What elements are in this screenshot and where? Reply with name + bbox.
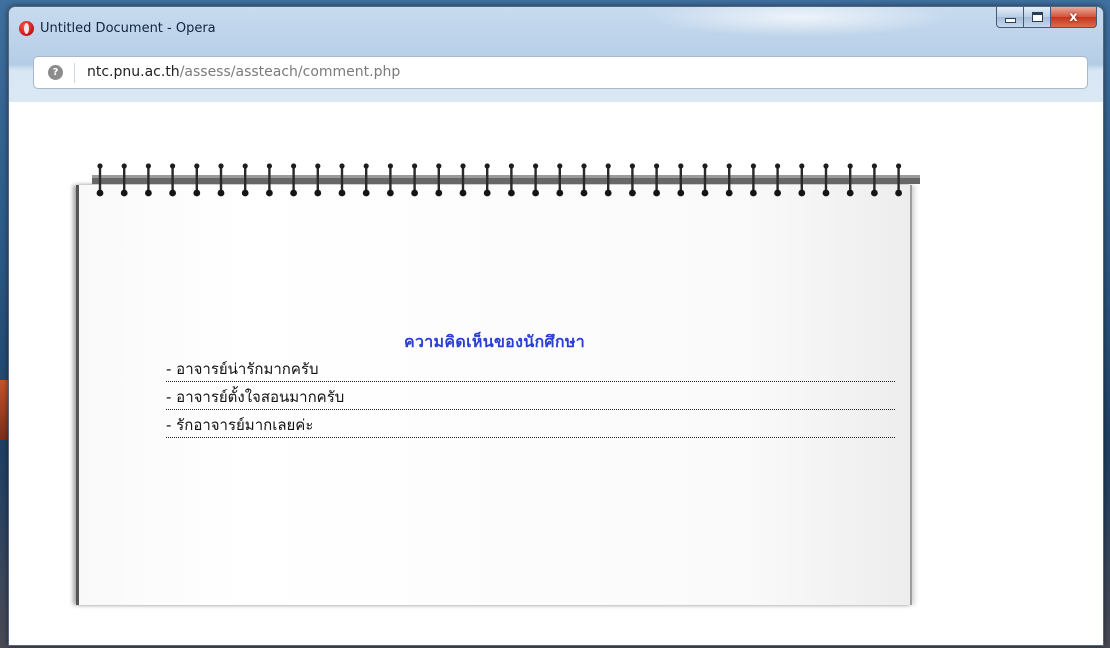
minimize-icon — [1004, 17, 1016, 23]
browser-window: Untitled Document - Opera x ? ntc.pnu.ac… — [8, 6, 1104, 646]
minimize-button[interactable] — [996, 7, 1024, 28]
comments-heading: ความคิดเห็นของนักศึกษา — [403, 332, 586, 351]
url-domain: ntc.pnu.ac.th — [87, 64, 180, 80]
address-bar[interactable]: ? ntc.pnu.ac.th/assess/assteach/comment.… — [33, 56, 1088, 89]
window-title: Untitled Document - Opera — [40, 21, 216, 36]
notebook-paper: ความคิดเห็นของนักศึกษา - อาจารย์น่ารักมา… — [76, 185, 912, 605]
title-bar[interactable]: Untitled Document - Opera x — [9, 7, 1103, 47]
comment-item: - อาจารย์ตั้งใจสอนมากครับ — [166, 387, 895, 410]
notebook-area: ความคิดเห็นของนักศึกษา - อาจารย์น่ารักมา… — [31, 102, 928, 605]
page-viewport: ความคิดเห็นของนักศึกษา - อาจารย์น่ารักมา… — [9, 102, 1103, 645]
viewport-margin — [9, 598, 31, 645]
url-path: /assess/assteach/comment.php — [179, 64, 401, 80]
window-controls: x — [996, 7, 1097, 28]
opera-icon[interactable] — [19, 21, 34, 36]
address-separator — [74, 63, 75, 83]
spiral-binding — [92, 163, 920, 197]
close-button[interactable]: x — [1051, 7, 1097, 28]
site-info-icon[interactable]: ? — [48, 65, 63, 80]
close-icon: x — [1069, 9, 1078, 25]
title-bar-glow — [649, 7, 949, 37]
comment-item: - อาจารย์น่ารักมากครับ — [166, 359, 895, 382]
url-field[interactable]: ntc.pnu.ac.th/assess/assteach/comment.ph… — [87, 64, 400, 80]
maximize-button[interactable] — [1024, 7, 1051, 28]
comment-item: - รักอาจารย์มากเลยค่ะ — [166, 415, 895, 438]
maximize-icon — [1031, 12, 1043, 22]
